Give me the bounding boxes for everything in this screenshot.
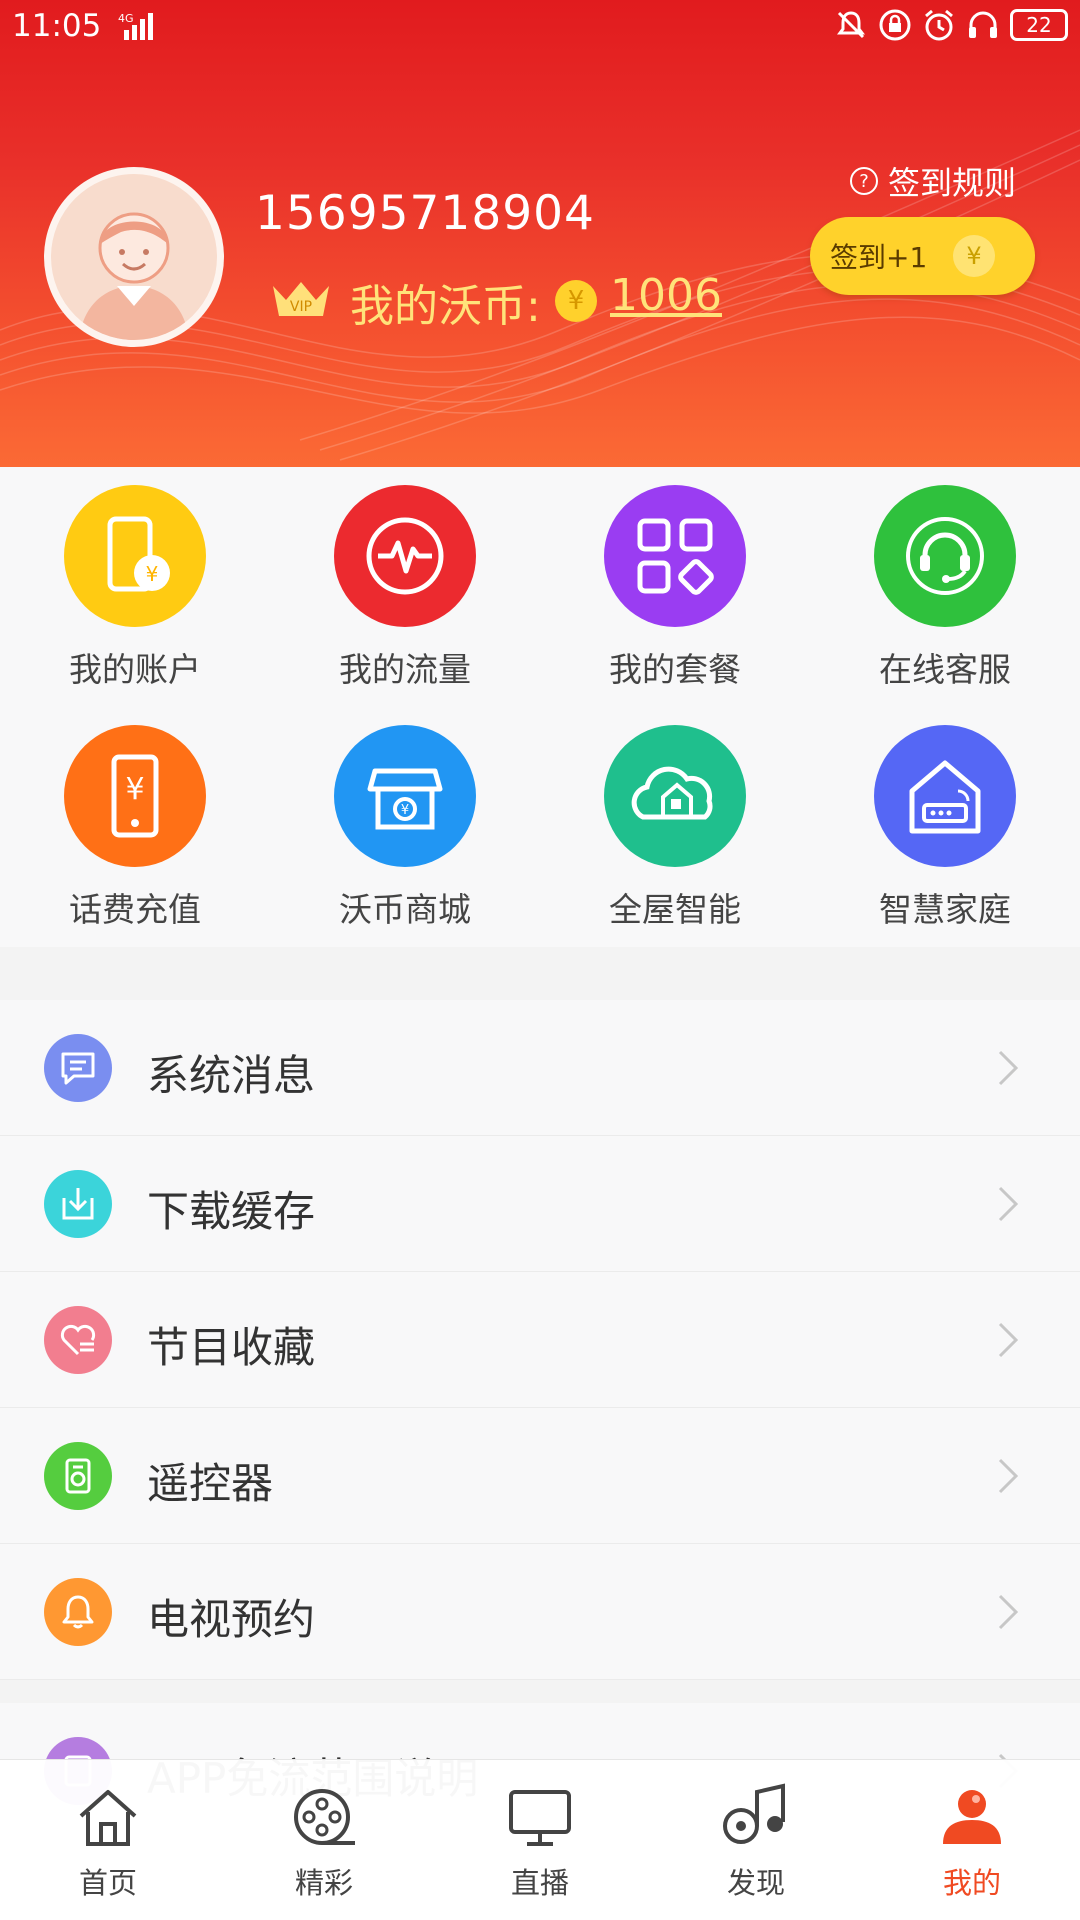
favorite-icon	[44, 1306, 112, 1374]
chevron-right-icon	[998, 1050, 1019, 1086]
router-home-icon	[874, 725, 1016, 867]
status-bar: 11:05 4G 22	[0, 0, 1080, 56]
music-note-icon	[723, 1783, 785, 1844]
help-icon: ?	[849, 167, 878, 195]
vip-crown-icon: VIP	[273, 282, 329, 316]
nav-tab-mine[interactable]: 我的	[864, 1760, 1080, 1920]
headset-icon	[874, 485, 1016, 627]
grid-label: 沃币商城	[339, 890, 471, 929]
coin-label: 我的沃币:	[350, 281, 541, 332]
settings-menu: 系统消息 下载缓存 节目收藏 遥控器 电视预约	[0, 1000, 1080, 1680]
menu-label: 遥控器	[147, 1459, 274, 1508]
grid-label: 我的套餐	[609, 650, 741, 689]
signin-button-label: 签到+1	[830, 241, 928, 274]
user-avatar-icon	[51, 174, 217, 340]
nav-label: 我的	[942, 1866, 1001, 1900]
grid-label: 智慧家庭	[879, 890, 1011, 929]
download-icon	[44, 1170, 112, 1238]
home-icon	[79, 1790, 137, 1846]
svg-text:VIP: VIP	[290, 299, 312, 315]
package-icon	[604, 485, 746, 627]
menu-label: 下载缓存	[147, 1187, 316, 1236]
avatar[interactable]	[44, 167, 224, 347]
nav-tab-featured[interactable]: 精彩	[216, 1760, 432, 1920]
grid-label: 全屋智能	[609, 890, 741, 929]
svg-text:4G: 4G	[118, 12, 134, 25]
feature-grid: ¥ 我的账户 我的流量 我的套餐 在线客服 ¥ 话费充值 ¥ 沃币商城 全屋智能…	[0, 467, 1080, 947]
remote-icon	[44, 1442, 112, 1510]
grid-item-smart-home[interactable]: 全屋智能	[540, 707, 810, 947]
battery-indicator: 22	[1010, 9, 1068, 41]
nav-tab-home[interactable]: 首页	[0, 1760, 216, 1920]
menu-item-favorites[interactable]: 节目收藏	[0, 1272, 1080, 1408]
nav-label: 精彩	[294, 1866, 353, 1900]
chevron-right-icon	[998, 1458, 1019, 1494]
status-time: 11:05	[12, 8, 102, 44]
coin-balance-link[interactable]: 1006	[610, 270, 722, 321]
signin-button[interactable]: 签到+1 ¥	[810, 217, 1035, 295]
grid-item-store[interactable]: ¥ 沃币商城	[270, 707, 540, 947]
grid-label: 我的流量	[339, 650, 471, 689]
yen-coin-icon: ¥	[953, 235, 995, 277]
coin-icon: ¥	[555, 280, 597, 322]
nav-label: 直播	[510, 1866, 569, 1900]
recharge-icon: ¥	[64, 725, 206, 867]
smart-home-icon	[604, 725, 746, 867]
message-icon	[44, 1034, 112, 1102]
menu-item-downloads[interactable]: 下载缓存	[0, 1136, 1080, 1272]
mute-icon	[837, 11, 865, 39]
svg-text:¥: ¥	[125, 772, 144, 807]
grid-item-support[interactable]: 在线客服	[810, 467, 1080, 707]
svg-text:¥: ¥	[401, 803, 409, 818]
grid-item-wisdom-home[interactable]: 智慧家庭	[810, 707, 1080, 947]
account-icon: ¥	[64, 485, 206, 627]
chevron-right-icon	[998, 1322, 1019, 1358]
headphones-icon	[969, 11, 997, 38]
svg-text:¥: ¥	[146, 562, 159, 586]
menu-label: 电视预约	[147, 1595, 316, 1644]
profile-header: 11:05 4G 22 15695718904 VIP 我的沃币: ¥ 1006…	[0, 0, 1080, 467]
menu-item-remote[interactable]: 遥控器	[0, 1408, 1080, 1544]
store-icon: ¥	[334, 725, 476, 867]
tv-icon	[509, 1790, 571, 1846]
traffic-icon	[334, 485, 476, 627]
chevron-right-icon	[998, 1594, 1019, 1630]
grid-item-traffic[interactable]: 我的流量	[270, 467, 540, 707]
phone-number: 15695718904	[255, 186, 595, 241]
nav-tab-discover[interactable]: 发现	[648, 1760, 864, 1920]
grid-label: 话费充值	[69, 890, 201, 929]
menu-item-messages[interactable]: 系统消息	[0, 1000, 1080, 1136]
menu-label: 节目收藏	[147, 1323, 316, 1372]
grid-item-recharge[interactable]: ¥ 话费充值	[0, 707, 270, 947]
user-icon	[943, 1790, 1001, 1844]
grid-item-account[interactable]: ¥ 我的账户	[0, 467, 270, 707]
signin-rules-link[interactable]: ? 签到规则	[849, 158, 1016, 204]
menu-item-tv-reservation[interactable]: 电视预约	[0, 1544, 1080, 1680]
film-reel-icon	[294, 1789, 355, 1845]
nav-label: 发现	[726, 1866, 785, 1900]
signin-rules-label: 签到规则	[887, 164, 1016, 202]
grid-label: 在线客服	[879, 650, 1011, 689]
signal-icon: 4G	[118, 12, 153, 40]
chevron-right-icon	[998, 1186, 1019, 1222]
grid-label: 我的账户	[69, 650, 201, 689]
nav-tab-live[interactable]: 直播	[432, 1760, 648, 1920]
alarm-icon	[925, 9, 953, 41]
bottom-navigation: 首页 精彩 直播 发现 我的	[0, 1760, 1080, 1920]
lock-rotation-icon	[879, 9, 911, 41]
nav-label: 首页	[78, 1866, 137, 1900]
menu-label: 系统消息	[147, 1051, 316, 1100]
grid-item-package[interactable]: 我的套餐	[540, 467, 810, 707]
bell-icon	[44, 1578, 112, 1646]
